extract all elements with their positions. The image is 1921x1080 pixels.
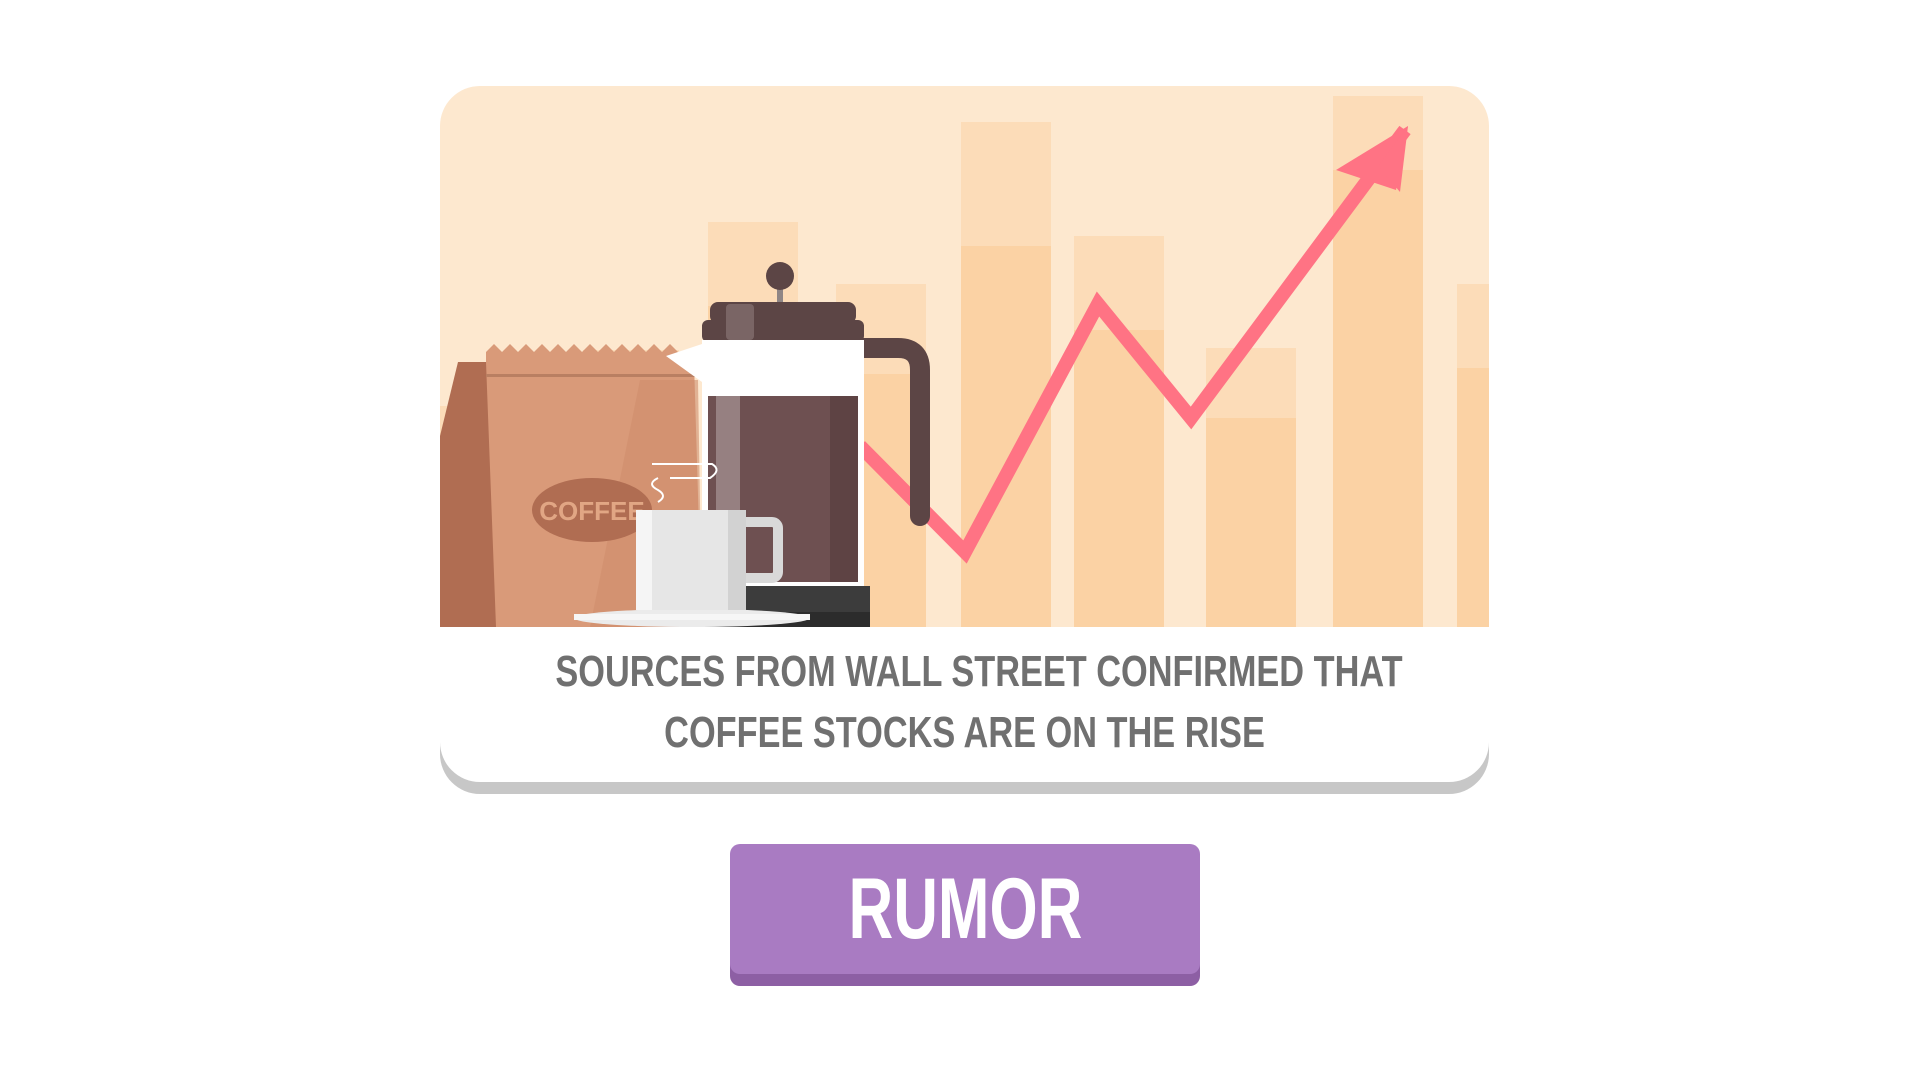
bag-label: COFFEE <box>539 496 644 526</box>
rumor-button[interactable]: RUMOR <box>730 844 1200 974</box>
caption-line-2: COFFEE STOCKS ARE ON THE RISE <box>664 708 1265 757</box>
caption: SOURCES FROM WALL STREET CONFIRMED THAT … <box>555 641 1403 763</box>
rumor-card: COFFEE SOURCES FROM WALL STREET CONFIRME… <box>440 86 1489 782</box>
caption-line-1: SOURCES FROM WALL STREET CONFIRMED THAT <box>555 647 1403 696</box>
rumor-button-label: RUMOR <box>848 861 1082 957</box>
coffee-stocks-illustration: COFFEE <box>440 86 1489 627</box>
